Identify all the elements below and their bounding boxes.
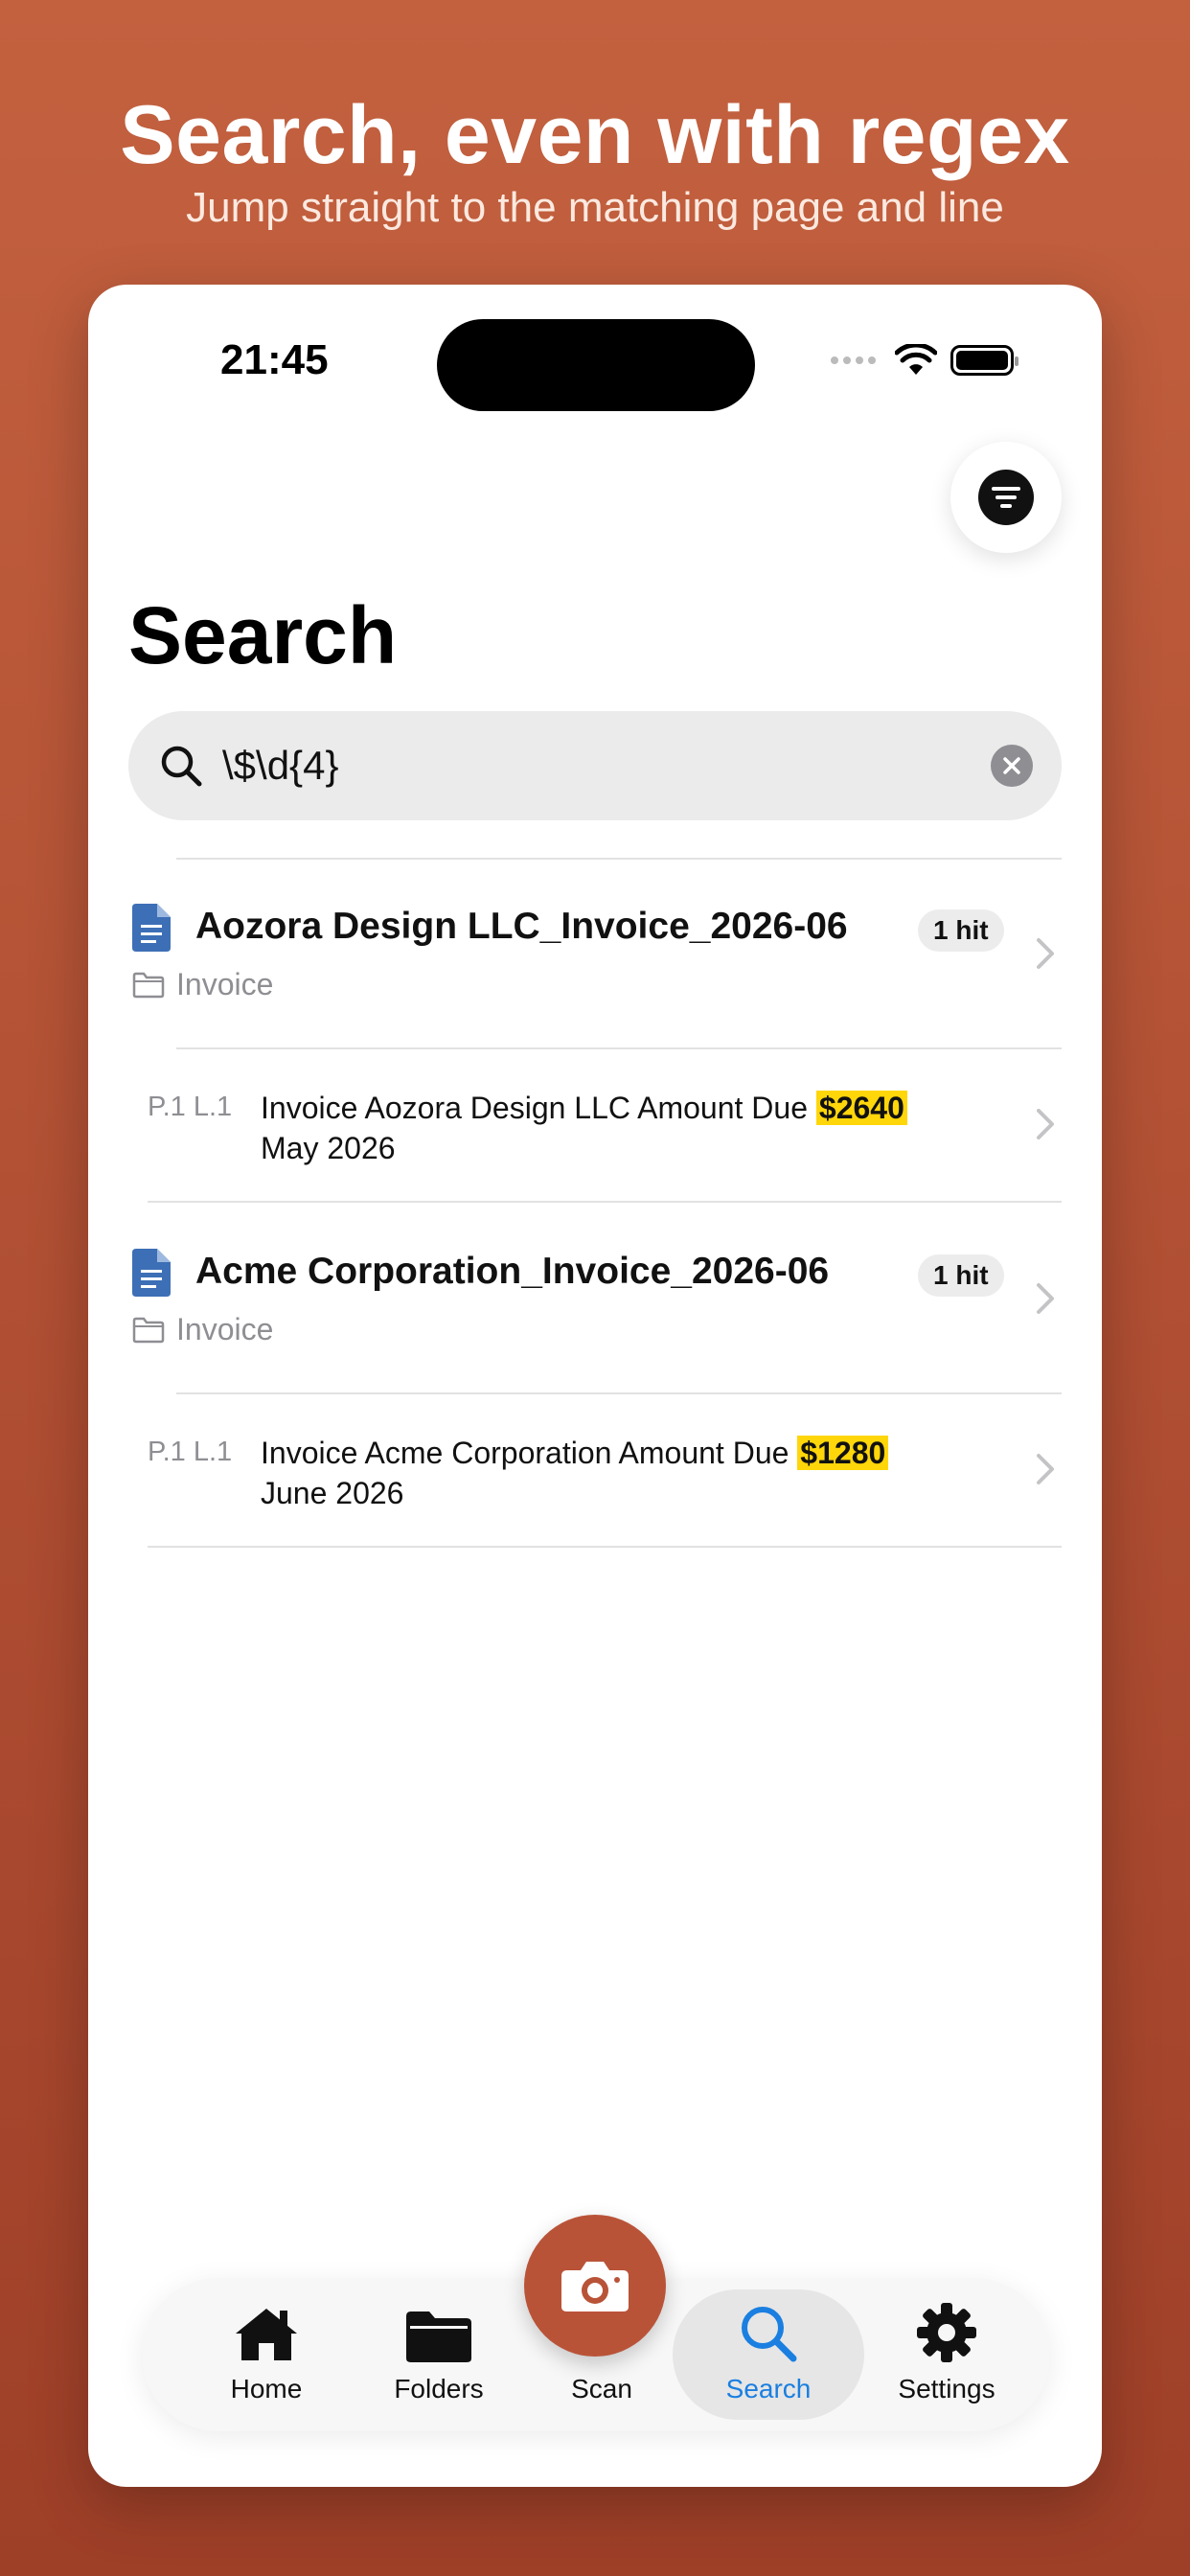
chevron-right-icon — [1037, 1454, 1054, 1484]
search-icon — [161, 746, 202, 787]
status-icons — [831, 344, 1018, 377]
match-text-before: Invoice Acme Corporation Amount Due — [261, 1436, 798, 1470]
tab-folders[interactable]: Folders — [362, 2278, 515, 2431]
filter-button[interactable] — [950, 442, 1062, 553]
battery-icon — [950, 345, 1018, 376]
folder-icon — [132, 972, 165, 999]
tab-search-label: Search — [725, 2374, 812, 2404]
promo-title: Search, even with regex — [120, 89, 1070, 181]
signal-icon — [831, 356, 876, 364]
phone-screen: 21:45 Search \$\d{4} Aozora Design LLC_I… — [88, 285, 1102, 2487]
folder-label: Invoice — [176, 967, 274, 1001]
match-location: P.1 L.1 — [148, 1437, 233, 1467]
wifi-icon — [895, 344, 937, 375]
search-input[interactable] — [222, 743, 991, 789]
scan-button[interactable] — [524, 2215, 666, 2357]
folder-icon — [406, 2312, 471, 2362]
search-bar[interactable] — [128, 711, 1062, 820]
tab-home-label: Home — [230, 2374, 303, 2404]
match-text: Invoice Aozora Design LLC Amount Due $26… — [261, 1088, 970, 1168]
result-document-row[interactable]: Acme Corporation_Invoice_2026-06 1 hit I… — [88, 1205, 1102, 1392]
folder-label: Invoice — [176, 1312, 274, 1346]
match-highlight: $2640 — [815, 1091, 907, 1125]
divider — [148, 1546, 1062, 1548]
document-title: Acme Corporation_Invoice_2026-06 — [195, 1251, 830, 1292]
chevron-right-icon — [1037, 1283, 1054, 1314]
match-highlight: $1280 — [797, 1436, 889, 1470]
tab-search[interactable]: Search — [701, 2278, 835, 2431]
home-icon — [236, 2309, 297, 2360]
status-time: 21:45 — [220, 336, 329, 383]
result-document-row[interactable]: Aozora Design LLC_Invoice_2026-06 1 hit … — [88, 860, 1102, 1047]
page-title: Search — [128, 590, 398, 680]
search-icon — [742, 2307, 797, 2362]
tab-home[interactable]: Home — [199, 2278, 333, 2431]
clear-search-button[interactable] — [991, 745, 1033, 787]
match-text-before: Invoice Aozora Design LLC Amount Due — [261, 1091, 816, 1125]
promo-subtitle: Jump straight to the matching page and l… — [186, 184, 1004, 231]
tab-scan-label: Scan — [571, 2374, 632, 2404]
tab-settings[interactable]: Settings — [870, 2278, 1023, 2431]
hit-count-badge: 1 hit — [918, 1254, 1004, 1297]
document-title: Aozora Design LLC_Invoice_2026-06 — [195, 906, 848, 947]
folder-icon — [132, 1317, 165, 1344]
gear-icon — [917, 2303, 976, 2362]
camera-icon — [561, 2262, 629, 2312]
match-location: P.1 L.1 — [148, 1092, 233, 1122]
document-icon — [132, 1249, 171, 1297]
close-icon — [1003, 757, 1020, 774]
document-icon — [132, 904, 171, 952]
divider — [148, 1201, 1062, 1203]
match-text-after: June 2026 — [261, 1476, 404, 1510]
tab-settings-label: Settings — [898, 2374, 995, 2404]
dynamic-island — [437, 319, 755, 411]
chevron-right-icon — [1037, 1109, 1054, 1139]
tab-folders-label: Folders — [394, 2374, 484, 2404]
hit-count-badge: 1 hit — [918, 909, 1004, 952]
match-text-after: May 2026 — [261, 1131, 396, 1165]
chevron-right-icon — [1037, 938, 1054, 969]
match-text: Invoice Acme Corporation Amount Due $128… — [261, 1433, 970, 1513]
filter-icon — [978, 470, 1034, 525]
match-row[interactable]: P.1 L.1 Invoice Aozora Design LLC Amount… — [88, 1049, 1102, 1201]
match-row[interactable]: P.1 L.1 Invoice Acme Corporation Amount … — [88, 1394, 1102, 1546]
